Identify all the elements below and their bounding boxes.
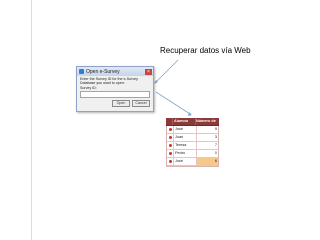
survey-id-label: Survey ID:	[80, 86, 97, 91]
creditos-cell: 0	[196, 150, 218, 157]
dialog-titlebar: Open e-Survey ×	[77, 67, 153, 76]
close-icon[interactable]: ×	[145, 68, 152, 75]
column-header-creditos[interactable]: Número de créditos	[195, 118, 219, 130]
table-row[interactable]: José 9	[167, 126, 218, 134]
app-logo-icon	[79, 69, 84, 74]
creditos-cell: 7	[196, 142, 218, 149]
dialog-buttons: Open Cancel	[77, 100, 153, 108]
dialog-title: Open e-Survey	[86, 68, 120, 75]
arrows-graphic	[154, 59, 192, 116]
students-table: Alumno Número de créditos José 9 Juan 3 …	[166, 118, 219, 167]
alumno-cell: Teresa	[173, 142, 196, 149]
open-esurvey-dialog: Open e-Survey × Enter the Survey ID for …	[76, 66, 154, 112]
table-row[interactable]: Pedro 0	[167, 150, 218, 158]
alumno-cell: José	[173, 158, 196, 165]
arrow-to-table	[155, 91, 191, 115]
creditos-cell: 3	[196, 134, 218, 141]
open-button[interactable]: Open	[112, 100, 130, 108]
arrow-head-table	[188, 112, 192, 116]
table-row[interactable]: José 6	[167, 158, 218, 166]
table-row[interactable]: Juan 3	[167, 134, 218, 142]
arrow-head-dialog	[154, 80, 158, 84]
alumno-cell: Juan	[173, 134, 196, 141]
slide-caption: Recuperar datos vía Web	[160, 46, 251, 55]
alumno-cell: Pedro	[173, 150, 196, 157]
table-body: José 9 Juan 3 Teresa 7 Pedro 0 José 6	[166, 126, 219, 167]
creditos-cell-selected[interactable]: 6	[196, 158, 218, 165]
alumno-cell: José	[173, 126, 196, 133]
table-header-row: Alumno Número de créditos	[166, 118, 219, 130]
cancel-button[interactable]: Cancel	[132, 100, 150, 108]
survey-id-input[interactable]	[80, 91, 150, 99]
creditos-cell: 9	[196, 126, 218, 133]
arrow-to-dialog	[155, 59, 179, 83]
slide-left-border	[31, 0, 32, 240]
column-header-alumno[interactable]: Alumno	[172, 118, 195, 125]
dialog-message: Enter the Survey ID for the e-Survey Dat…	[80, 77, 138, 86]
table-row[interactable]: Teresa 7	[167, 142, 218, 150]
